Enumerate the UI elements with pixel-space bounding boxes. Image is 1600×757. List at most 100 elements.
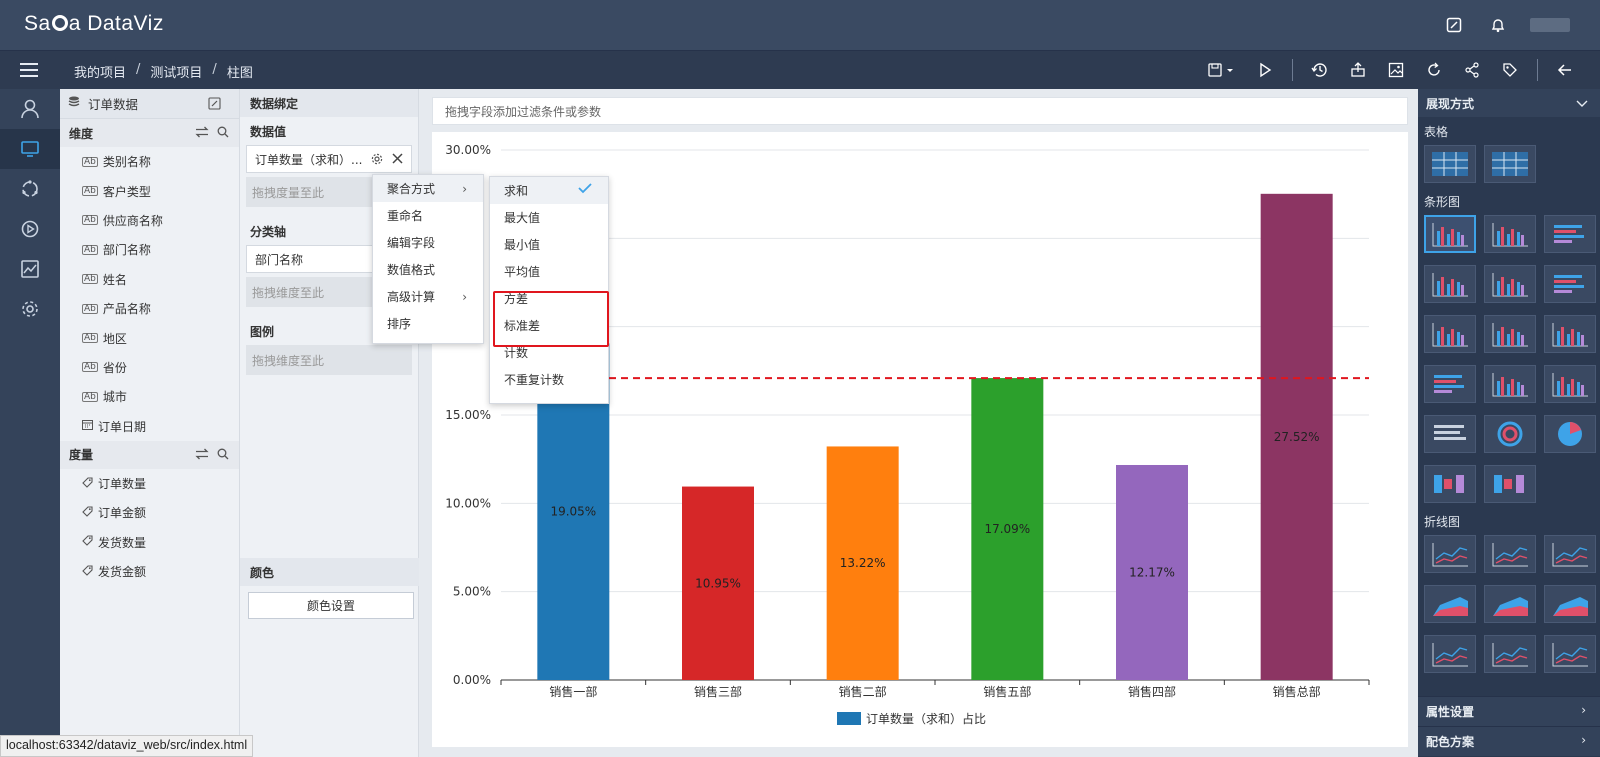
play-circle-icon[interactable] — [0, 209, 60, 249]
swap-icon[interactable] — [195, 126, 209, 141]
bar-chart-type-icon[interactable] — [1484, 365, 1536, 403]
dimension-item[interactable]: Ab 供应商名称 — [60, 206, 239, 235]
swap-icon[interactable] — [195, 448, 209, 463]
user-avatar[interactable] — [1530, 18, 1570, 32]
save-dropdown-icon[interactable] — [1206, 59, 1238, 81]
tag-icon[interactable] — [1499, 59, 1521, 81]
bar-chart-type-icon[interactable] — [1424, 265, 1476, 303]
menu-item-edit-field[interactable]: 编辑字段 — [373, 229, 483, 256]
display-mode-header[interactable]: 展现方式 — [1418, 89, 1600, 117]
data-label: 19.05% — [550, 505, 596, 519]
dimension-item[interactable]: Ab 客户类型 — [60, 176, 239, 205]
user-icon[interactable] — [0, 89, 60, 129]
menu-item-rename[interactable]: 重命名 — [373, 202, 483, 229]
measure-item[interactable]: 订单金额 — [60, 498, 239, 527]
property-settings[interactable]: 属性设置 › — [1418, 696, 1600, 726]
dimension-item[interactable]: Ab 地区 — [60, 323, 239, 352]
history-icon[interactable] — [1309, 59, 1331, 81]
chevron-right-icon: › — [1581, 703, 1586, 717]
line-chart-type-icon[interactable] — [1424, 635, 1476, 673]
waterfall-chart-type-icon[interactable] — [1424, 465, 1476, 503]
search-icon[interactable] — [217, 448, 229, 463]
line-chart-type-icon[interactable] — [1424, 535, 1476, 573]
edit-datasource-icon[interactable] — [208, 97, 221, 113]
bar-chart-type-icon[interactable] — [1484, 265, 1536, 303]
dimension-item[interactable]: Ab 部门名称 — [60, 235, 239, 264]
legend-drop-zone[interactable]: 拖拽维度至此 — [246, 345, 412, 375]
table-chart-type-icon[interactable] — [1484, 145, 1536, 183]
text-field-icon: Ab — [82, 303, 98, 314]
dimension-item[interactable]: 订单日期 — [60, 412, 239, 441]
edit-window-icon[interactable] — [1442, 14, 1466, 36]
chevron-down-icon[interactable] — [1576, 97, 1588, 111]
cycle-icon[interactable] — [0, 169, 60, 209]
agg-distinct-count[interactable]: 不重复计数 — [490, 366, 608, 393]
breadcrumb-item[interactable]: 测试项目 — [150, 62, 202, 81]
menu-item-aggregation[interactable]: 聚合方式 › — [373, 175, 483, 202]
list-chart-type-icon[interactable] — [1424, 415, 1476, 453]
agg-min[interactable]: 最小值 — [490, 231, 608, 258]
search-icon[interactable] — [217, 126, 229, 141]
breadcrumb-item[interactable]: 我的项目 — [74, 62, 126, 81]
bar-chart-type-icon[interactable] — [1424, 215, 1476, 253]
agg-avg[interactable]: 平均值 — [490, 258, 608, 285]
play-preview-icon[interactable] — [1254, 59, 1276, 81]
dimension-item[interactable]: Ab 产品名称 — [60, 294, 239, 323]
back-arrow-icon[interactable] — [1554, 59, 1576, 81]
bar-chart-type-icon[interactable] — [1484, 315, 1536, 353]
bar-chart-type-icon[interactable] — [1484, 215, 1536, 253]
agg-variance[interactable]: 方差 — [490, 285, 608, 312]
field-settings-icon[interactable] — [371, 153, 383, 168]
left-nav — [0, 89, 60, 757]
filter-drop-bar[interactable]: 拖拽字段添加过滤条件或参数 — [432, 97, 1408, 125]
dimension-item[interactable]: Ab 类别名称 — [60, 147, 239, 176]
menu-item-number-format[interactable]: 数值格式 — [373, 256, 483, 283]
donut-chart-type-icon[interactable] — [1484, 415, 1536, 453]
agg-stddev[interactable]: 标准差 — [490, 312, 608, 339]
measure-item[interactable]: 发货金额 — [60, 557, 239, 586]
share-icon[interactable] — [1461, 59, 1483, 81]
pie-chart-type-icon[interactable] — [1544, 415, 1596, 453]
refresh-icon[interactable] — [1423, 59, 1445, 81]
color-settings-button[interactable]: 颜色设置 — [248, 592, 414, 619]
image-export-icon[interactable] — [1385, 59, 1407, 81]
measure-item[interactable]: 订单数量 — [60, 469, 239, 498]
area-chart-type-icon[interactable] — [1424, 585, 1476, 623]
agg-count[interactable]: 计数 — [490, 339, 608, 366]
publish-icon[interactable] — [1347, 59, 1369, 81]
agg-max[interactable]: 最大值 — [490, 204, 608, 231]
hbar-chart-type-icon[interactable] — [1424, 365, 1476, 403]
area-chart-type-icon[interactable] — [1484, 585, 1536, 623]
color-scheme[interactable]: 配色方案 › — [1418, 726, 1600, 756]
line-chart-type-icon[interactable] — [1544, 535, 1596, 573]
settings-gear-icon[interactable] — [0, 289, 60, 329]
menu-item-advanced-calc[interactable]: 高级计算 › — [373, 283, 483, 310]
line-chart-type-icon[interactable] — [1484, 535, 1536, 573]
menu-item-sort[interactable]: 排序 — [373, 310, 483, 337]
table-chart-type-icon[interactable] — [1424, 145, 1476, 183]
line-chart-icon[interactable] — [0, 249, 60, 289]
measures-section: 度量 — [60, 440, 239, 469]
bar-chart-type-icon[interactable] — [1544, 315, 1596, 353]
hbar-chart-type-icon[interactable] — [1544, 265, 1596, 303]
remove-field-icon[interactable] — [392, 153, 403, 167]
bar-chart-type-icon[interactable] — [1544, 365, 1596, 403]
hamburger-menu-icon[interactable] — [18, 60, 42, 80]
hbar-chart-type-icon[interactable] — [1544, 215, 1596, 253]
line-chart-type-icon[interactable] — [1544, 635, 1596, 673]
line-chart-type-icon[interactable] — [1484, 635, 1536, 673]
measure-item[interactable]: 发货数量 — [60, 528, 239, 557]
area-chart-type-icon[interactable] — [1544, 585, 1596, 623]
waterfall-chart-type-icon[interactable] — [1484, 465, 1536, 503]
measure-tag-icon — [82, 565, 93, 579]
dimensions-section: 维度 — [60, 119, 239, 147]
value-field-pill[interactable]: 订单数量（求和）... — [246, 145, 412, 173]
dimension-item[interactable]: Ab 城市 — [60, 382, 239, 411]
notification-bell-icon[interactable] — [1486, 14, 1510, 36]
dimension-item[interactable]: Ab 省份 — [60, 353, 239, 382]
dimension-item[interactable]: Ab 姓名 — [60, 265, 239, 294]
agg-sum[interactable]: 求和 — [490, 177, 608, 204]
monitor-icon[interactable] — [0, 129, 60, 169]
bar-chart-type-icon[interactable] — [1424, 315, 1476, 353]
app-logo[interactable]: Sa a DataViz — [24, 12, 164, 36]
